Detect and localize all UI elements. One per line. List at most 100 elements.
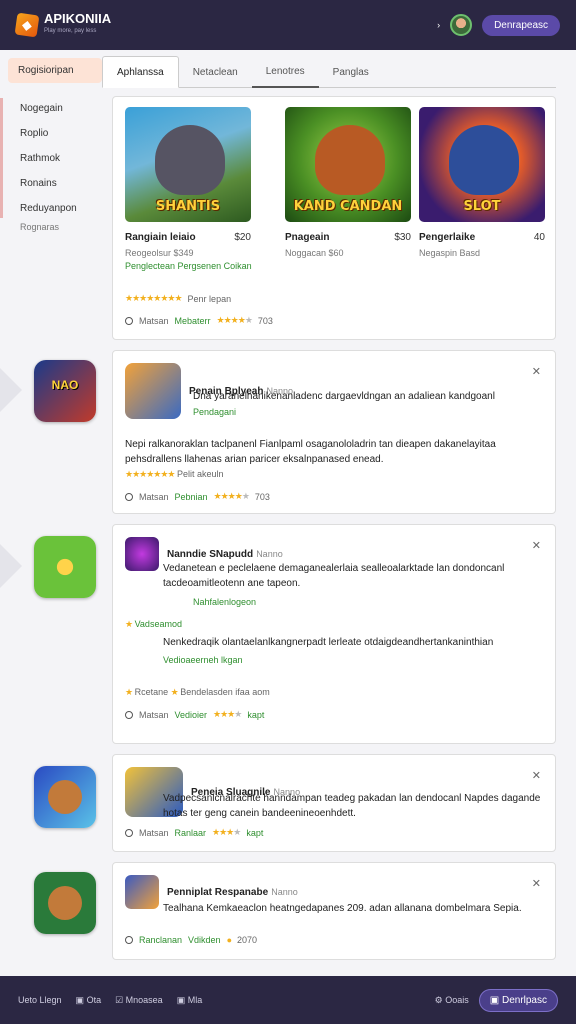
footer-count: 703 [254, 491, 270, 502]
game-card[interactable]: KAND CANDAN Pnageain $30 Noggacan $60 [285, 107, 411, 258]
game-card[interactable]: SLOT Pengerlaike 40 Negaspin Basd [419, 107, 545, 258]
review-summary: Vedanetean e peclelaene demaganealerlaia… [163, 563, 505, 589]
app-icon-text: NAO [51, 378, 79, 392]
game-thumbnail[interactable]: SHANTIS [125, 107, 251, 222]
close-icon[interactable]: ✕ [532, 769, 541, 782]
game-thumbnail[interactable]: SLOT [419, 107, 545, 222]
footer-action-button[interactable]: ▣ Denrlpasc [478, 988, 558, 1012]
footer-label: Matsan [139, 709, 169, 720]
rating-label: Rcetane [134, 687, 169, 697]
review-app-name[interactable]: Penniplat Respanabe [167, 887, 268, 898]
sidebar-item[interactable]: Reduyanpon [8, 197, 102, 222]
app-icon[interactable]: NAO [34, 360, 96, 422]
footer-link[interactable]: ☑ Mnoasea [115, 995, 163, 1006]
review-app-name[interactable]: Nanndie SNapudd [167, 549, 253, 560]
sidebar-item-active[interactable]: Rogisioripan [8, 58, 102, 83]
logo-icon: ◆ [14, 12, 40, 38]
close-icon[interactable]: ✕ [532, 365, 541, 378]
radio-button[interactable] [125, 492, 133, 501]
review-footer: Matsan Ranlaar ★★★★ kapt [125, 827, 263, 838]
game-price: 40 [533, 232, 545, 243]
rating-row: ★★★★★★★ Pelit akeuln [125, 469, 224, 480]
brand-text: APIKONIIA [44, 11, 112, 26]
review-sublabel[interactable]: Nahfalenlogeon [193, 597, 256, 607]
footer-link[interactable]: Ueto Llegn [18, 995, 62, 1005]
rating-label: Pelit akeuln [177, 469, 224, 479]
tab-panglas[interactable]: Panglas [319, 56, 383, 88]
tab-news[interactable]: Netaclean [179, 56, 252, 88]
radio-button[interactable] [125, 828, 133, 837]
featured-games-panel: SHANTIS Rangiain leiaio $20 Reogeolsur $… [112, 96, 556, 340]
footer-green-label[interactable]: Ranlaar [175, 828, 207, 838]
settings-link[interactable]: ⚙ Ooais [435, 995, 469, 1006]
footer-green-label[interactable]: Vdikden [188, 935, 221, 945]
review-tag: Nanno [271, 887, 298, 897]
review-footer: Ranclanan Vdikden ● 2070 [125, 935, 257, 945]
footer-link[interactable]: ▣ Ota [76, 995, 102, 1006]
star-icon: ★ [170, 687, 179, 697]
app-thumbnail[interactable] [125, 363, 181, 419]
game-thumbnail[interactable]: KAND CANDAN [285, 107, 411, 222]
app-icon[interactable] [34, 536, 96, 598]
game-name[interactable]: Pnageain [285, 232, 329, 243]
sidebar-item[interactable]: Nogegain [8, 97, 102, 122]
reply-label[interactable]: Vadseamod [135, 619, 182, 629]
chevron-icon[interactable]: › [437, 20, 440, 30]
review-summary: Tealhana Kemkaeaclon heatngedapanes 209.… [163, 903, 522, 914]
close-icon[interactable]: ✕ [532, 877, 541, 890]
brand-subtitle: Play more, pay less [44, 28, 97, 34]
review-card: Penniplat Respanabe Nanno ✕ Tealhana Kem… [112, 862, 556, 960]
reply-header: ★ Vadseamod [125, 619, 182, 630]
app-thumbnail[interactable] [125, 875, 159, 909]
app-logo[interactable]: ◆ APIKONIIA Play more, pay less [14, 11, 112, 38]
sidebar-item[interactable]: Rathmok [8, 147, 102, 172]
footer-link[interactable]: ▣ Mla [177, 995, 203, 1006]
footer-green-label[interactable]: Vedioier [175, 710, 208, 720]
sidebar-divider [0, 98, 3, 218]
radio-button[interactable] [125, 936, 133, 944]
star-rating-icon: ★★★★ [212, 827, 241, 837]
review-card: Peneia Sluagnile Nanno ✕ Vadpecsanlcnalr… [112, 754, 556, 852]
footer-label: Ranclanan [139, 935, 183, 945]
reply-green-text[interactable]: Vedioaeerneh lkgan [163, 655, 243, 665]
app-icon[interactable] [34, 872, 96, 934]
footer-green-label[interactable]: Mebaterr [175, 316, 211, 326]
radio-button[interactable] [125, 710, 133, 719]
game-art-title: SLOT [463, 199, 501, 214]
tab-apps[interactable]: Aphlanssa [102, 56, 179, 88]
pointer-arrow-icon [0, 544, 22, 588]
rating-row: ★ Rcetane ★ Bendelasden ifaa aom [125, 687, 270, 698]
reply-text: Nenkedraqik olantaelanlkangnerpadt lerle… [163, 637, 494, 648]
avatar[interactable] [450, 14, 473, 36]
close-icon[interactable]: ✕ [532, 539, 541, 552]
promo-text: Penglectean Pergsenen Coikan [125, 261, 252, 271]
footer-green-label[interactable]: Pebnian [175, 492, 208, 502]
review-summary: Dna yaranelnanikenanladenc dargaevldngan… [193, 391, 495, 402]
app-icon[interactable] [34, 766, 96, 828]
review-sublabel[interactable]: Pendagani [193, 407, 236, 417]
radio-button[interactable] [125, 316, 133, 325]
app-thumbnail[interactable] [125, 537, 159, 571]
review-card: Nanndie SNapudd Nanno ✕ Vedanetean e pec… [112, 524, 556, 744]
footer-count: kapt [246, 827, 264, 838]
game-name[interactable]: Rangiain leiaio [125, 232, 196, 243]
game-subtitle: Noggacan $60 [285, 248, 344, 258]
footer-label: Matsan [139, 491, 169, 502]
footer-label: Matsan [139, 315, 169, 326]
sidebar-item[interactable]: Ronains [8, 172, 102, 197]
game-name[interactable]: Pengerlaike [419, 232, 475, 243]
game-price: $20 [234, 232, 251, 243]
bottom-bar: Ueto Llegn ▣ Ota ☑ Mnoasea ▣ Mla ⚙ Ooais… [0, 976, 576, 1024]
pointer-arrow-icon [0, 368, 22, 412]
review-summary: Vadpecsanlcnalrachte hanndampan teadeg p… [163, 793, 541, 819]
sidebar-item[interactable]: Roplio [8, 122, 102, 147]
footer-button-label: Denrlpasc [501, 994, 547, 1006]
brand-name: APIKONIIA Play more, pay less [44, 11, 112, 37]
sidebar: Rogisioripan Nogegain Roplio Rathmok Ron… [8, 58, 102, 238]
header-action-button[interactable]: Denrapeasc [482, 14, 560, 36]
star-rating-icon: ★★★★★ [216, 315, 253, 325]
game-card[interactable]: SHANTIS Rangiain leiaio $20 Reogeolsur $… [125, 107, 251, 258]
rating-tail: Bendelasden ifaa aom [180, 687, 270, 697]
tab-lenotres[interactable]: Lenotres [251, 56, 319, 88]
review-footer: Matsan Pebnian ★★★★★ 703 [125, 491, 270, 502]
